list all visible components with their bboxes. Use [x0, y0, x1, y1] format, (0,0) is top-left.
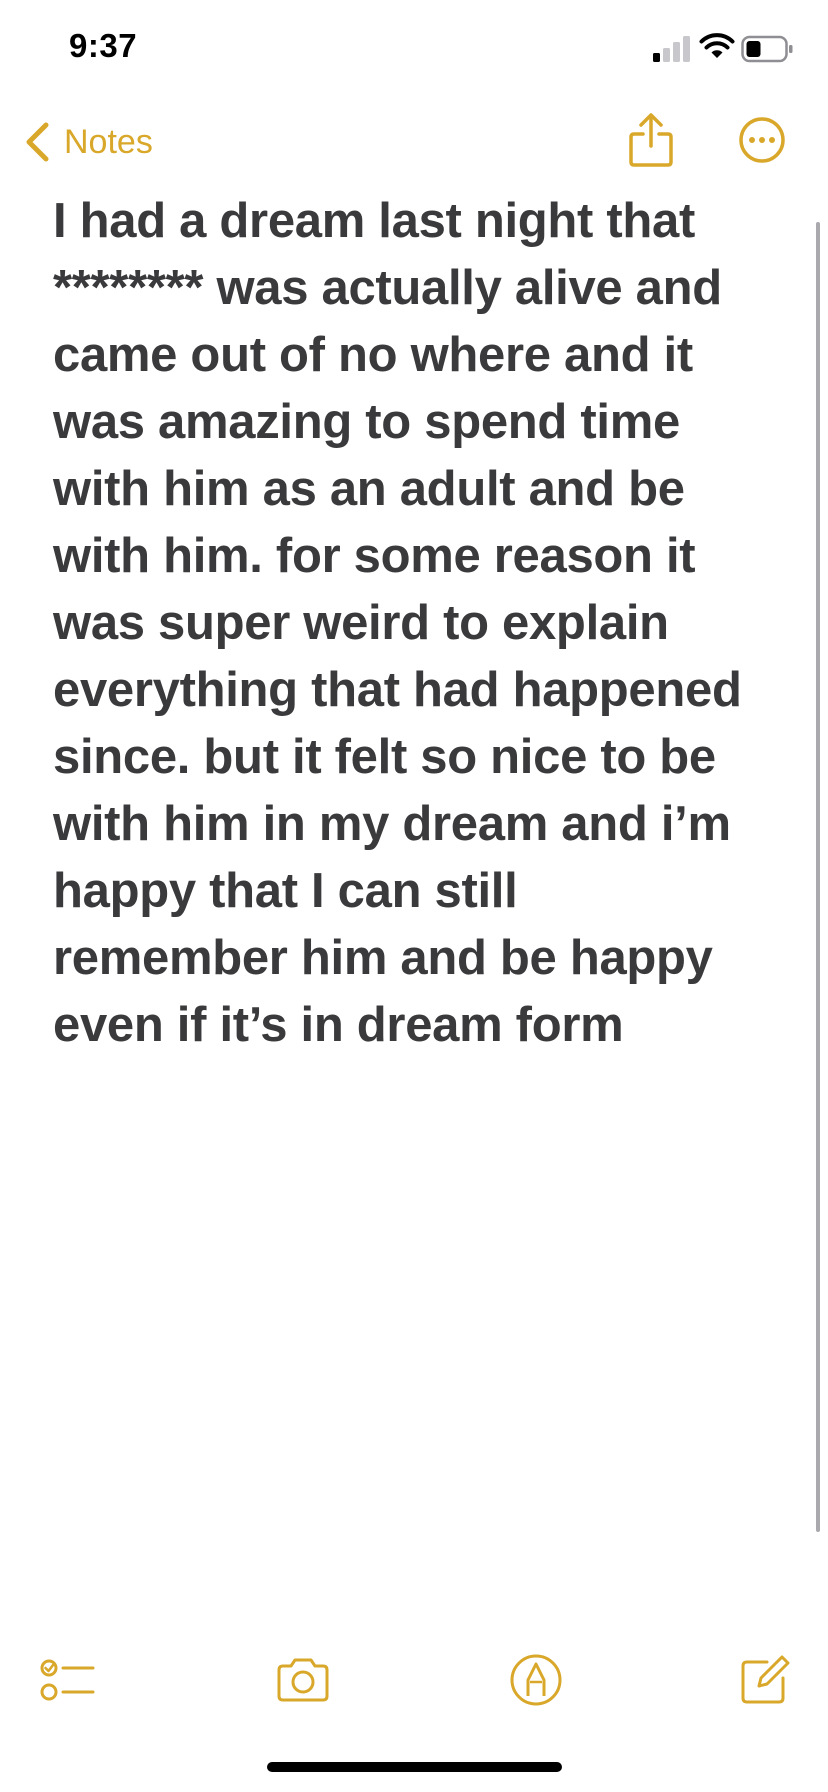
home-indicator[interactable]	[267, 1762, 562, 1772]
battery-icon	[741, 35, 793, 63]
notes-screen: 9:37 Notes I had a dream last night that…	[0, 0, 828, 1792]
back-label: Notes	[64, 122, 153, 161]
compose-icon[interactable]	[737, 1652, 793, 1708]
scroll-indicator[interactable]	[816, 222, 820, 1532]
share-icon[interactable]	[628, 112, 674, 168]
checklist-icon[interactable]	[40, 1652, 96, 1708]
bottom-toolbar	[0, 1640, 828, 1720]
camera-icon[interactable]	[275, 1652, 331, 1708]
ellipsis-circle-icon[interactable]	[738, 116, 786, 164]
markup-pen-icon[interactable]	[508, 1652, 564, 1708]
status-bar: 9:37	[0, 0, 828, 100]
status-time: 9:37	[69, 27, 138, 64]
back-to-notes-button[interactable]: Notes	[22, 116, 153, 168]
cellular-signal-icon	[653, 36, 690, 62]
chevron-left-icon	[26, 122, 49, 162]
wifi-icon	[699, 33, 735, 58]
note-body-text[interactable]: I had a dream last night that ******** w…	[53, 188, 793, 1059]
